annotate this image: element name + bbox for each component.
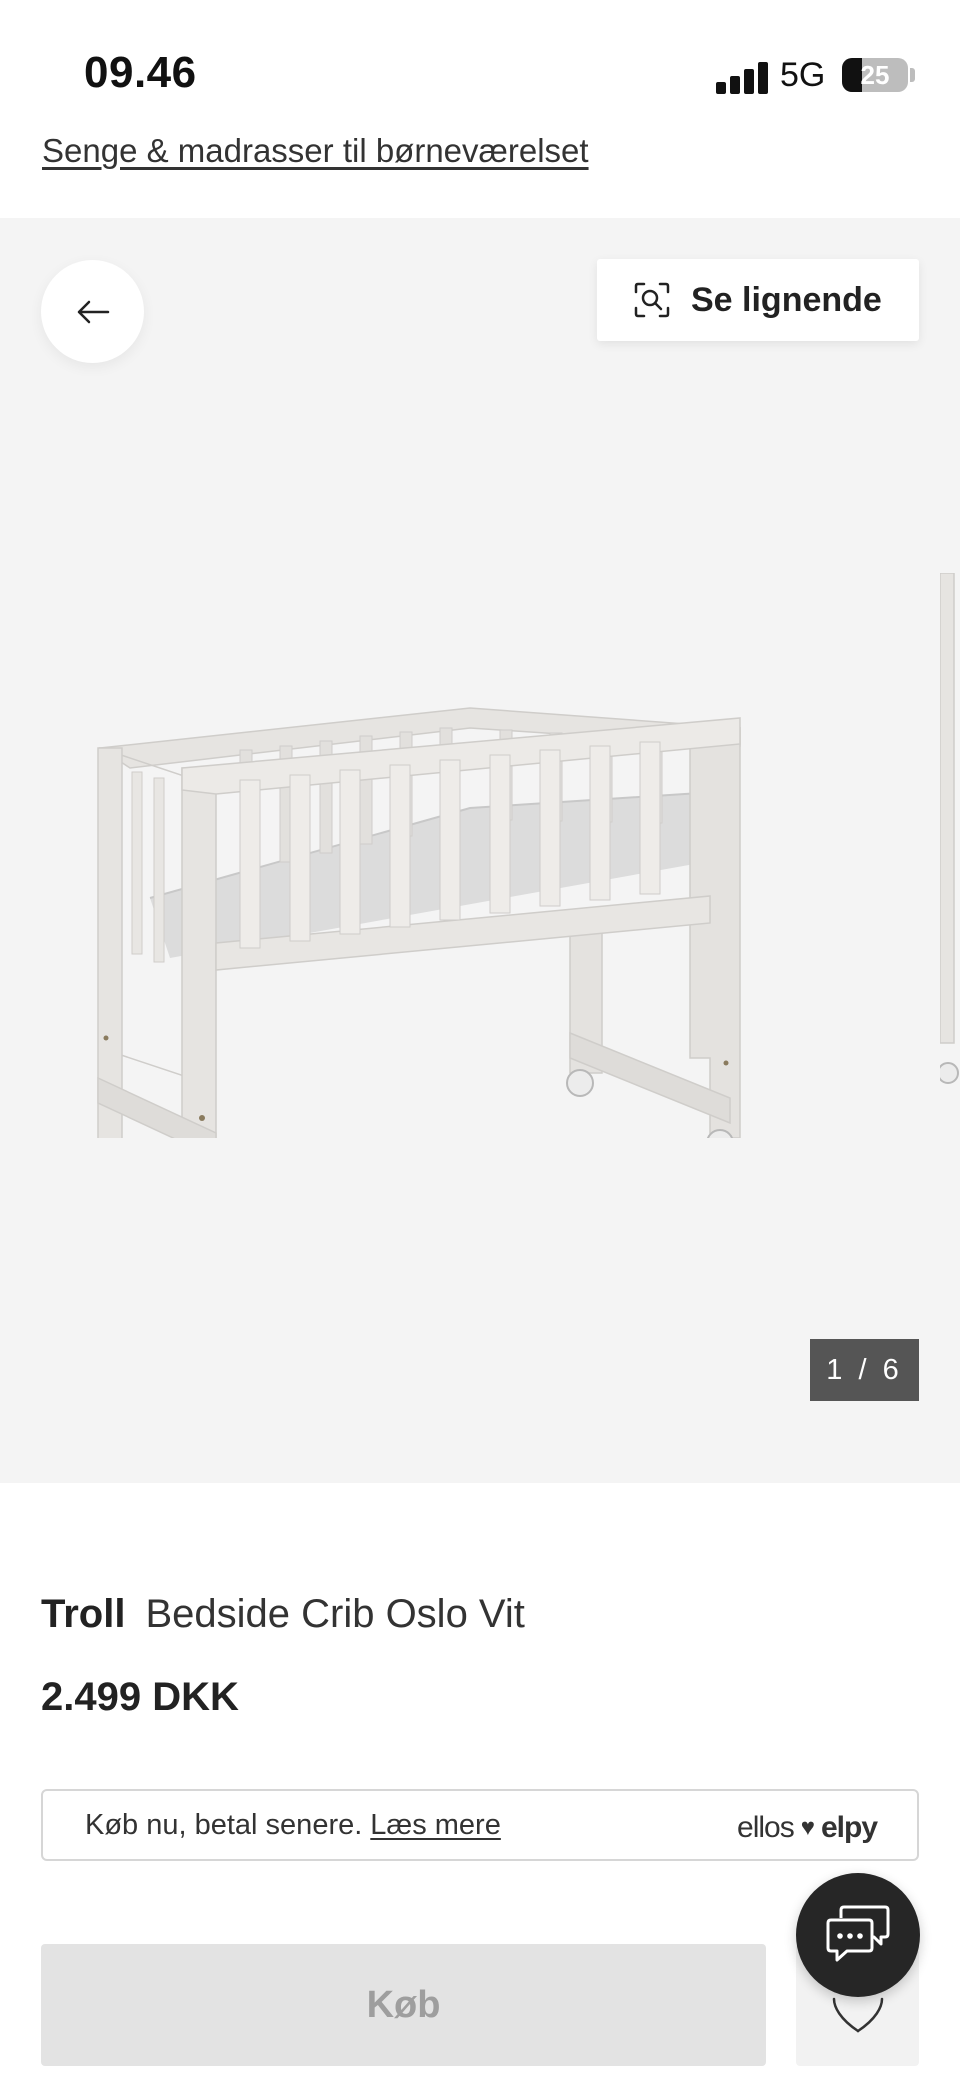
see-similar-label: Se lignende	[691, 280, 882, 319]
next-image-preview[interactable]	[940, 573, 960, 1093]
back-button[interactable]	[41, 260, 144, 363]
read-more-link[interactable]: Læs mere	[370, 1809, 501, 1842]
network-type: 5G	[780, 56, 826, 94]
see-similar-button[interactable]: Se lignende	[597, 259, 919, 341]
chat-icon	[826, 1905, 890, 1962]
pay-later-banner: Køb nu, betal senere. Læs mere ellos ♥ e…	[41, 1789, 919, 1861]
visual-search-icon	[634, 282, 670, 318]
buy-button[interactable]: Køb	[41, 1944, 766, 2066]
product-title: Troll Bedside Crib Oslo Vit	[41, 1592, 525, 1637]
image-counter: 1 / 6	[810, 1339, 919, 1401]
status-time: 09.46	[84, 48, 197, 97]
product-brand[interactable]: Troll	[41, 1592, 125, 1636]
pay-later-text: Køb nu, betal senere.	[85, 1808, 363, 1841]
arrow-left-icon	[77, 300, 109, 323]
product-gallery[interactable]: Se lignende 1 / 6	[0, 218, 960, 1483]
product-price: 2.499 DKK	[41, 1675, 239, 1719]
product-image[interactable]	[90, 518, 750, 1138]
product-name: Bedside Crib Oslo Vit	[145, 1592, 525, 1636]
chat-button[interactable]	[796, 1873, 920, 1997]
buy-button-label: Køb	[366, 1983, 441, 2026]
signal-icon	[716, 60, 768, 94]
elpy-logo: elpy	[820, 1811, 878, 1844]
payment-brand-logos: ellos ♥ elpy	[737, 1811, 878, 1845]
breadcrumb-link[interactable]: Senge & madrasser til børneværelset	[42, 132, 589, 170]
status-bar: 09.46 5G 25	[0, 0, 960, 140]
heart-icon: ♥	[800, 1814, 815, 1841]
battery-tip	[910, 68, 915, 82]
battery-icon: 25	[842, 58, 908, 92]
battery-level: 25	[860, 60, 890, 90]
ellos-logo: ellos	[737, 1811, 795, 1844]
